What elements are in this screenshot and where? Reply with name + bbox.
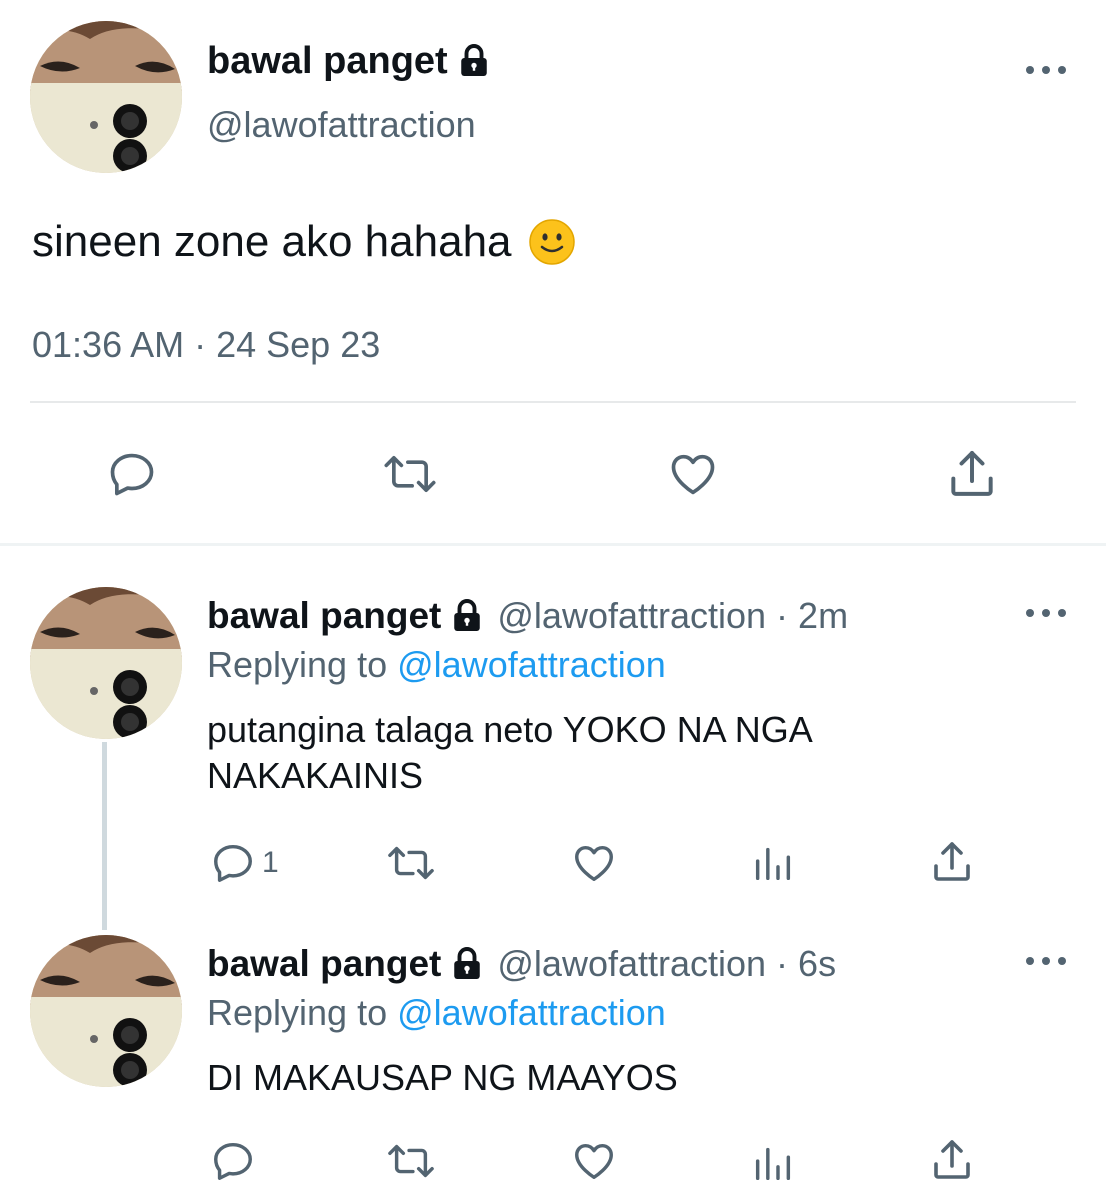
retweet-icon[interactable]	[382, 448, 438, 500]
divider	[30, 401, 1076, 403]
reply-text: putangina talaga neto YOKO NA NGA NAKAKA…	[207, 709, 811, 796]
more-options-icon[interactable]	[1026, 60, 1066, 80]
views-icon[interactable]	[750, 1140, 796, 1186]
tweet-text: sineen zone ako hahaha	[32, 214, 576, 270]
more-options-icon[interactable]	[1026, 951, 1066, 971]
replying-to-label: Replying to	[207, 644, 388, 685]
reply-icon[interactable]: 1	[210, 840, 279, 886]
section-divider	[0, 543, 1106, 546]
avatar[interactable]	[30, 935, 182, 1087]
reply-header: bawal panget @lawofattraction · 6s	[207, 942, 836, 986]
display-name[interactable]: bawal panget	[207, 594, 441, 638]
reply-icon[interactable]	[106, 448, 158, 500]
reply-count: 1	[262, 846, 279, 879]
lock-icon	[454, 599, 481, 631]
handle[interactable]: @lawofattraction	[207, 103, 476, 147]
thread-line	[102, 742, 107, 930]
replying-to-handle[interactable]: @lawofattraction	[397, 644, 666, 685]
reply-icon[interactable]	[210, 1138, 256, 1184]
more-options-icon[interactable]	[1026, 603, 1066, 623]
lock-icon	[454, 947, 481, 979]
views-icon[interactable]	[750, 840, 796, 886]
tweet-timestamp: 01:36 AM · 24 Sep 23	[32, 324, 381, 365]
retweet-icon[interactable]	[386, 840, 436, 886]
like-icon[interactable]	[570, 1138, 618, 1184]
share-icon[interactable]	[928, 1136, 976, 1184]
lock-icon	[460, 44, 487, 76]
display-name[interactable]: bawal panget	[207, 942, 441, 986]
share-icon[interactable]	[928, 838, 976, 886]
display-name[interactable]: bawal panget	[207, 38, 492, 84]
like-icon[interactable]	[570, 840, 618, 886]
avatar[interactable]	[30, 21, 182, 173]
reply-text: DI MAKAUSAP NG MAAYOS	[207, 1057, 678, 1098]
like-icon[interactable]	[666, 448, 720, 500]
replying-to: Replying to @lawofattraction	[207, 991, 666, 1035]
tweet-text-content: sineen zone ako hahaha	[32, 217, 512, 266]
reply-header: bawal panget @lawofattraction · 2m	[207, 594, 848, 638]
replying-to-label: Replying to	[207, 992, 388, 1033]
avatar[interactable]	[30, 587, 182, 739]
replying-to-handle[interactable]: @lawofattraction	[397, 992, 666, 1033]
retweet-icon[interactable]	[386, 1138, 436, 1184]
slightly-smiling-face-icon	[528, 219, 575, 265]
replying-to: Replying to @lawofattraction	[207, 643, 666, 687]
display-name-text[interactable]: bawal panget	[207, 38, 448, 84]
handle-and-time[interactable]: @lawofattraction · 6s	[497, 942, 836, 986]
handle-and-time[interactable]: @lawofattraction · 2m	[497, 594, 848, 638]
share-icon[interactable]	[944, 446, 1000, 502]
